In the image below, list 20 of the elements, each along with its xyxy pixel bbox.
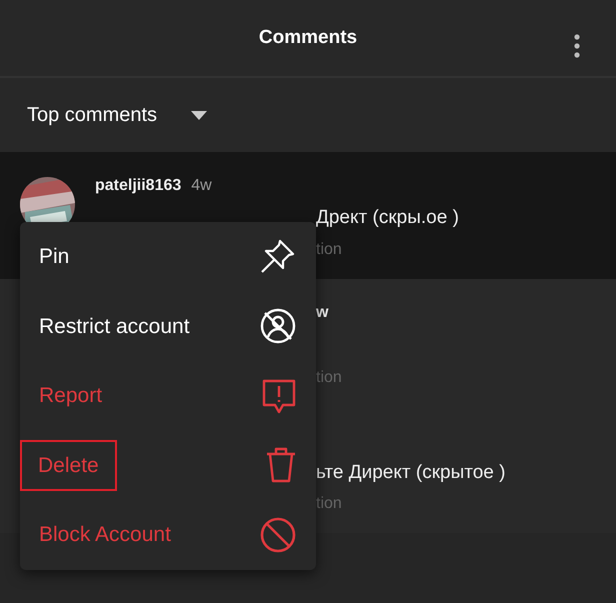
block-icon — [259, 516, 297, 554]
comment-text: Дрект (скры.ое ) — [316, 206, 459, 230]
menu-item[interactable]: Restrict account — [20, 292, 316, 361]
comment-action[interactable]: tion — [316, 492, 342, 516]
trash-icon — [265, 446, 297, 484]
more-options-icon[interactable] — [574, 34, 580, 58]
comment-action[interactable]: tion — [316, 366, 342, 390]
screen-title: Comments — [258, 26, 358, 50]
menu-item[interactable]: Report — [20, 361, 316, 430]
menu-item[interactable]: Pin — [20, 222, 316, 292]
comment-action[interactable]: tion — [316, 238, 342, 262]
username[interactable]: pateljii8163 — [95, 177, 182, 194]
comment-text: ьте Директ (скрытое ) — [316, 461, 506, 485]
menu-item[interactable]: Delete — [20, 430, 316, 500]
sort-dropdown[interactable]: Top comments — [27, 100, 158, 130]
caret-icon[interactable] — [191, 110, 208, 120]
menu-item[interactable]: Block Account — [20, 500, 316, 570]
restricted-user-icon — [259, 307, 297, 346]
comment-age: 4w — [191, 177, 212, 194]
username: w — [316, 303, 328, 323]
